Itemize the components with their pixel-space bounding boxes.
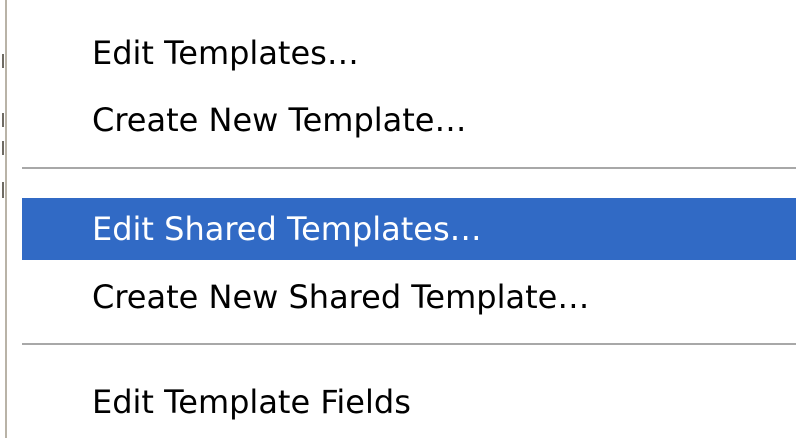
menu-item-edit-shared-templates[interactable]: Edit Shared Templates… bbox=[22, 198, 796, 260]
screenshot-area: Edit Templates… Create New Template… Edi… bbox=[0, 0, 796, 438]
context-menu: Edit Templates… Create New Template… Edi… bbox=[22, 0, 796, 438]
menu-separator bbox=[22, 343, 796, 347]
frame-tick bbox=[2, 182, 4, 198]
menu-item-edit-template-fields[interactable]: Edit Template Fields bbox=[22, 371, 796, 433]
window-frame-edge bbox=[0, 0, 7, 438]
frame-tick bbox=[2, 113, 4, 127]
frame-tick bbox=[2, 54, 4, 68]
menu-item-create-new-shared-template[interactable]: Create New Shared Template… bbox=[22, 266, 796, 328]
menu-item-edit-templates[interactable]: Edit Templates… bbox=[22, 22, 796, 84]
menu-item-create-new-template[interactable]: Create New Template… bbox=[22, 89, 796, 151]
menu-separator bbox=[22, 167, 796, 171]
frame-tick bbox=[2, 141, 4, 155]
